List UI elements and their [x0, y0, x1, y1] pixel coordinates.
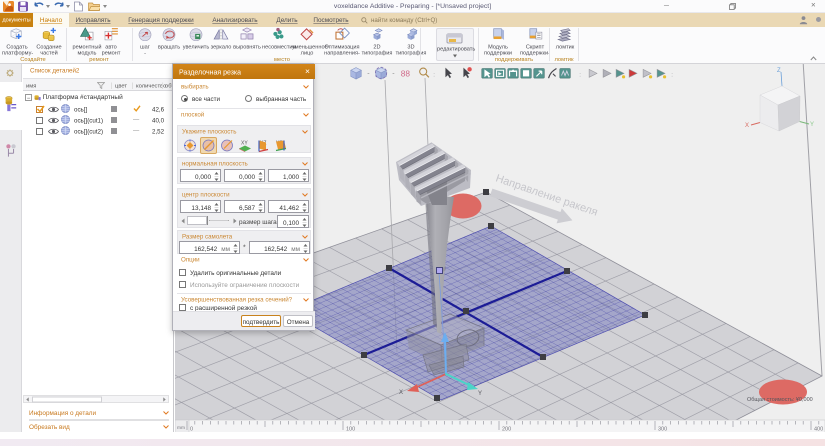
svg-text:Z: Z: [777, 68, 781, 74]
svg-text::: :: [433, 71, 435, 78]
svg-text::: :: [579, 71, 581, 78]
svg-text:XY: XY: [241, 141, 248, 147]
svg-text:-: -: [367, 71, 370, 78]
svg-text:X: X: [745, 123, 749, 129]
svg-text:X: X: [399, 390, 403, 396]
svg-text:-: -: [392, 71, 395, 78]
svg-text:Y: Y: [810, 122, 814, 128]
svg-text::: :: [671, 71, 673, 78]
svg-text:Общая стоимость: ¥0,000: Общая стоимость: ¥0,000: [747, 397, 813, 403]
svg-text:mm: mm: [177, 426, 185, 431]
svg-text:Y: Y: [478, 391, 482, 397]
svg-text:88: 88: [401, 68, 411, 78]
